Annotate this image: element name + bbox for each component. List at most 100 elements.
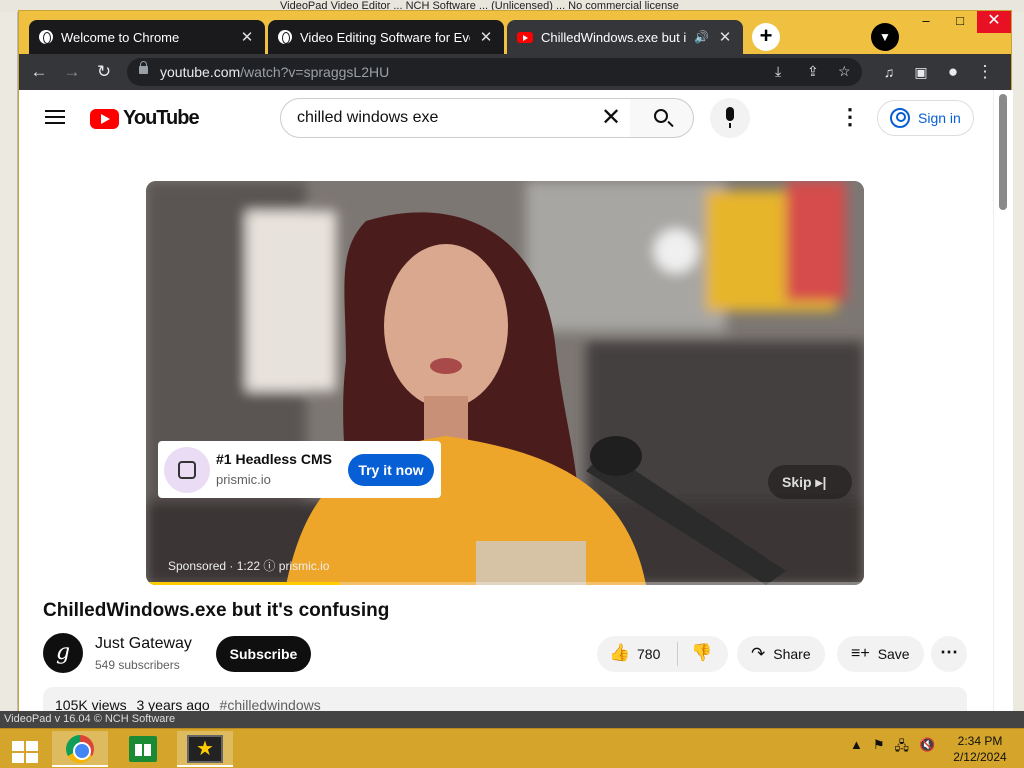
tab-youtube[interactable]: ChilledWindows.exe but it's confusing 🔊 … bbox=[507, 20, 743, 54]
profile-icon[interactable]: ● bbox=[943, 62, 963, 82]
taskbar-videopad[interactable]: ★ bbox=[177, 731, 233, 767]
close-window-button[interactable]: ✕ bbox=[977, 11, 1011, 33]
minimize-button[interactable]: – bbox=[909, 11, 943, 33]
tab-video-editing[interactable]: Video Editing Software for Everyone ✕ bbox=[268, 20, 504, 54]
tab-strip: Welcome to Chrome ✕ Video Editing Softwa… bbox=[19, 11, 1011, 54]
channel-name[interactable]: Just Gateway bbox=[95, 635, 192, 653]
share-arrow-icon: ↷ bbox=[751, 644, 766, 663]
upload-age: 3 years ago bbox=[136, 697, 210, 711]
network-icon[interactable]: 🖧 bbox=[895, 737, 910, 759]
install-app-icon[interactable]: ⤓ bbox=[775, 63, 781, 80]
media-control-icon[interactable]: ♫ bbox=[879, 62, 899, 82]
close-icon[interactable]: ✕ bbox=[478, 28, 494, 46]
url-text[interactable]: youtube.com/watch?v=spraggsL2HU bbox=[160, 64, 389, 80]
more-actions-icon[interactable]: ⋯ bbox=[931, 636, 967, 672]
share-label: Share bbox=[773, 646, 811, 662]
chrome-window: Welcome to Chrome ✕ Video Editing Softwa… bbox=[18, 10, 1013, 711]
playlist-add-icon: ≡+ bbox=[851, 645, 870, 662]
youtube-logo[interactable]: YouTube bbox=[90, 107, 200, 130]
clear-search-icon[interactable]: ✕ bbox=[601, 105, 621, 131]
search-icon bbox=[654, 109, 668, 123]
description-box[interactable]: 105K views 3 years ago #chilledwindows bbox=[43, 687, 967, 711]
taskbar-chrome[interactable] bbox=[52, 731, 108, 767]
taskbar-store[interactable] bbox=[115, 731, 171, 767]
tab-welcome[interactable]: Welcome to Chrome ✕ bbox=[29, 20, 265, 54]
address-bar[interactable]: youtube.com/watch?v=spraggsL2HU ⤓ ⇪ ☆ bbox=[127, 58, 862, 86]
settings-kebab-icon[interactable]: ⋮ bbox=[839, 104, 861, 130]
thumbs-up-icon[interactable]: 👍 bbox=[609, 643, 630, 663]
search-button[interactable] bbox=[630, 98, 694, 138]
channel-avatar[interactable]: g bbox=[43, 633, 83, 673]
bookmark-star-icon[interactable]: ☆ bbox=[838, 63, 851, 80]
info-icon[interactable]: ⓘ bbox=[263, 559, 275, 573]
account-icon bbox=[890, 108, 910, 128]
ad-progress-bar[interactable] bbox=[146, 582, 864, 585]
microphone-icon bbox=[726, 107, 734, 128]
ad-overlay-card[interactable]: #1 Headless CMS prismic.io Try it now bbox=[158, 441, 441, 498]
clock[interactable]: 2:34 PM 2/12/2024 bbox=[950, 733, 1010, 765]
system-tray: ▲ ⚑ 🖧 🔇 bbox=[850, 737, 935, 759]
new-tab-button[interactable]: + bbox=[752, 23, 780, 51]
close-icon[interactable]: ✕ bbox=[717, 28, 733, 46]
side-panel-icon[interactable]: ▣ bbox=[911, 62, 931, 82]
start-button[interactable] bbox=[0, 731, 56, 767]
skip-ad-button[interactable]: Skip ▸| bbox=[768, 465, 852, 499]
forward-arrow-icon[interactable]: → bbox=[62, 62, 82, 82]
maximize-button[interactable]: □ bbox=[943, 11, 977, 33]
chrome-menu-icon[interactable]: ⋮ bbox=[975, 62, 995, 82]
try-it-now-button[interactable]: Try it now bbox=[348, 454, 434, 486]
share-page-icon[interactable]: ⇪ bbox=[807, 63, 819, 80]
flag-icon[interactable]: ⚑ bbox=[873, 737, 885, 759]
ad-title: #1 Headless CMS bbox=[216, 451, 332, 467]
subscriber-count: 549 subscribers bbox=[95, 658, 180, 672]
scrollbar-thumb[interactable] bbox=[999, 94, 1007, 210]
tab-title: Welcome to Chrome bbox=[61, 29, 180, 45]
view-count: 105K views bbox=[55, 697, 127, 711]
save-label: Save bbox=[877, 646, 910, 662]
videopad-star-icon: ★ bbox=[187, 735, 223, 763]
sign-in-button[interactable]: Sign in bbox=[877, 100, 974, 136]
url-host: youtube.com bbox=[160, 64, 241, 80]
sponsored-timer: Sponsored · 1:22 bbox=[168, 559, 261, 573]
show-hidden-icons-chevron-icon[interactable]: ▲ bbox=[850, 737, 863, 759]
youtube-play-icon bbox=[90, 108, 119, 129]
save-button[interactable]: ≡+ Save bbox=[837, 636, 924, 672]
sponsored-domain-link[interactable]: prismic.io bbox=[279, 559, 330, 573]
tab-title: Video Editing Software for Everyone bbox=[300, 29, 470, 45]
subscribe-button[interactable]: Subscribe bbox=[216, 636, 311, 672]
search-box[interactable]: ✕ bbox=[280, 98, 631, 138]
ad-progress-fill bbox=[146, 582, 340, 585]
like-count[interactable]: 780 bbox=[637, 646, 660, 662]
voice-search-button[interactable] bbox=[710, 98, 750, 138]
globe-icon bbox=[278, 30, 292, 44]
back-arrow-icon[interactable]: ← bbox=[29, 62, 49, 82]
tab-search-chevron-icon[interactable]: ▼ bbox=[871, 23, 899, 51]
thumbs-down-icon[interactable]: 👎 bbox=[691, 643, 712, 663]
reload-icon[interactable]: ↻ bbox=[94, 62, 114, 82]
url-path: /watch?v=spraggsL2HU bbox=[240, 64, 390, 80]
ad-domain: prismic.io bbox=[216, 472, 271, 487]
background-window-right bbox=[1012, 12, 1024, 712]
search-input[interactable] bbox=[297, 107, 587, 129]
like-dislike-group: 👍 780 👎 bbox=[597, 636, 728, 672]
video-frame bbox=[146, 181, 864, 585]
video-player[interactable]: #1 Headless CMS prismic.io Try it now Sk… bbox=[146, 181, 864, 585]
hamburger-menu-icon[interactable] bbox=[45, 110, 65, 124]
youtube-header: YouTube ✕ ⋮ Sign in bbox=[19, 90, 993, 146]
store-icon bbox=[129, 736, 157, 762]
windows-logo-icon bbox=[12, 741, 38, 763]
tab-title: ChilledWindows.exe but it's confusing bbox=[541, 29, 687, 45]
share-button[interactable]: ↷ Share bbox=[737, 636, 825, 672]
background-window-left bbox=[0, 12, 18, 712]
volume-muted-icon[interactable]: 🔇 bbox=[919, 737, 935, 759]
close-icon[interactable]: ✕ bbox=[239, 28, 255, 46]
clock-time: 2:34 PM bbox=[957, 734, 1003, 748]
speaker-icon[interactable]: 🔊 bbox=[694, 30, 709, 44]
sponsored-label: Sponsored · 1:22 ⓘ prismic.io bbox=[168, 557, 329, 574]
browser-toolbar: ← → ↻ youtube.com/watch?v=spraggsL2HU ⤓ … bbox=[19, 54, 1011, 90]
lock-icon[interactable] bbox=[139, 61, 148, 74]
chrome-icon bbox=[66, 735, 94, 763]
youtube-wordmark: YouTube bbox=[123, 107, 200, 129]
page-scrollbar[interactable] bbox=[993, 90, 1013, 711]
hashtag-link[interactable]: #chilledwindows bbox=[220, 697, 321, 711]
